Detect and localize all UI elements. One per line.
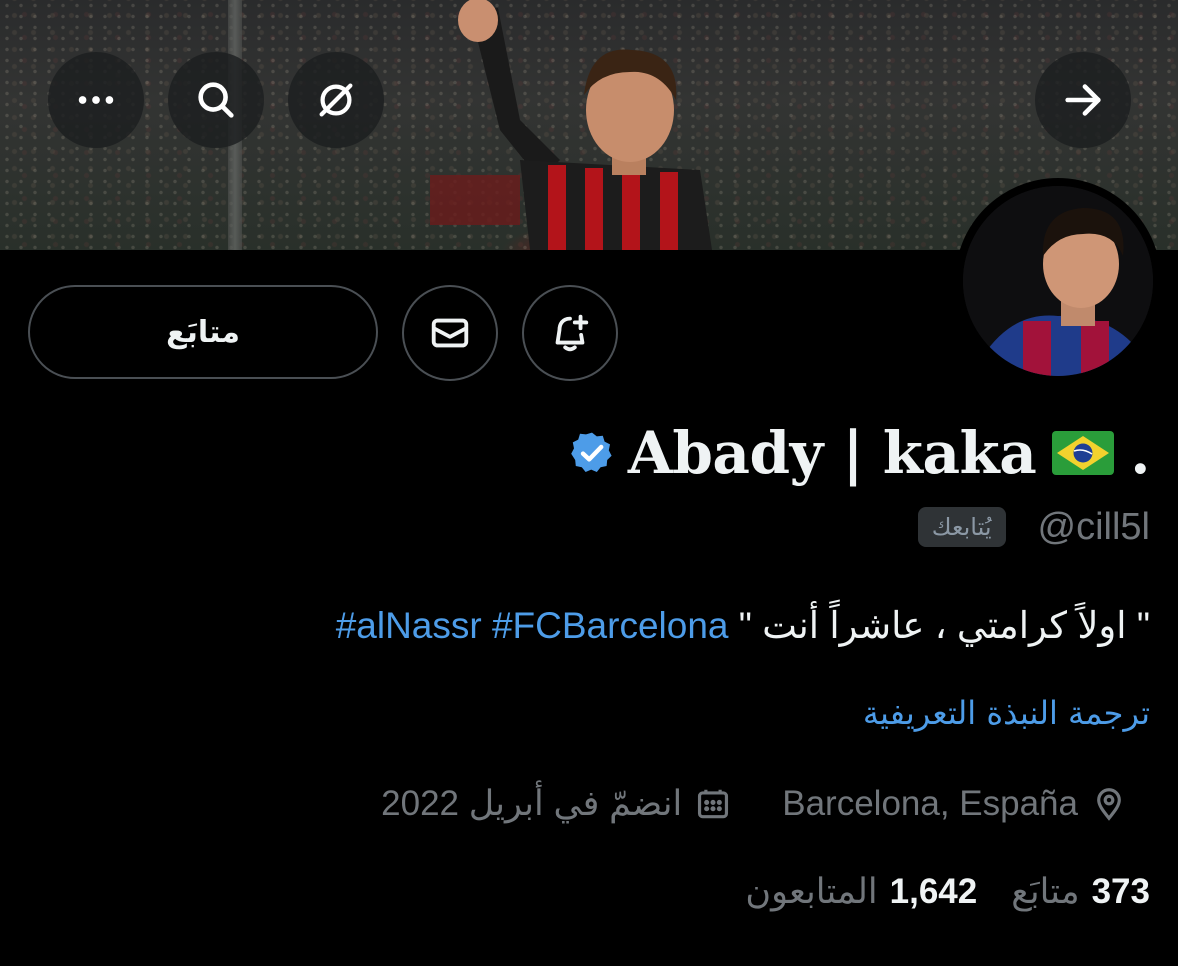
followers-label: المتابعون — [745, 872, 878, 911]
joined-date-text: انضمّ في أبريل 2022 — [381, 784, 683, 823]
hashtag-link[interactable]: #alNassr — [336, 605, 482, 646]
following-count: 373 — [1091, 872, 1150, 911]
follows-you-badge: يُتابعك — [917, 507, 1006, 547]
grok-button[interactable] — [288, 52, 384, 148]
profile-name-row: Abady | kaka . — [568, 418, 1150, 488]
location: Barcelona, España — [782, 784, 1128, 824]
display-name: Abady | kaka — [627, 419, 1037, 487]
profile-meta-row: انضمّ في أبريل 2022 Barcelona, España — [381, 778, 1128, 830]
profile-bio: #alNassr #FCBarcelona " اولاً كرامتي ، ع… — [336, 604, 1150, 647]
profile-stats-row: المتابعون 1,642 متابَع 373 — [745, 866, 1150, 918]
search-button[interactable] — [168, 52, 264, 148]
profile-avatar[interactable] — [955, 178, 1161, 384]
following-stat[interactable]: متابَع 373 — [1011, 872, 1150, 912]
followers-stat[interactable]: المتابعون 1,642 — [745, 872, 977, 912]
avatar-photo — [963, 186, 1153, 376]
followers-count: 1,642 — [889, 872, 978, 911]
search-icon — [198, 82, 234, 118]
location-text: Barcelona, España — [782, 784, 1078, 823]
following-label: متابَع — [1011, 872, 1080, 911]
handle-row: يُتابعك @cill5l — [917, 502, 1150, 552]
notifications-button[interactable] — [522, 285, 618, 381]
back-button[interactable] — [1035, 52, 1131, 148]
bell-plus-icon — [555, 314, 589, 352]
profile-handle: @cill5l — [1037, 505, 1150, 548]
bio-text: " اولاً كرامتي ، عاشراً أنت " — [738, 605, 1150, 646]
calendar-icon — [698, 789, 729, 819]
slash-circle-icon — [319, 83, 353, 117]
location-pin-icon — [1097, 788, 1121, 821]
display-name-suffix: . — [1130, 419, 1150, 487]
envelope-icon — [431, 318, 469, 348]
verified-badge-icon[interactable] — [568, 429, 616, 477]
more-options-button[interactable] — [48, 52, 144, 148]
more-horizontal-icon — [78, 96, 114, 104]
message-button[interactable] — [402, 285, 498, 381]
translate-bio-link[interactable]: ترجمة النبذة التعريفية — [863, 694, 1150, 732]
following-button[interactable]: متابَع — [28, 285, 378, 379]
joined-date: انضمّ في أبريل 2022 — [381, 784, 732, 824]
brazil-flag-icon — [1052, 431, 1115, 475]
arrow-right-icon — [1065, 84, 1101, 116]
hashtag-link[interactable]: #FCBarcelona — [492, 605, 729, 646]
